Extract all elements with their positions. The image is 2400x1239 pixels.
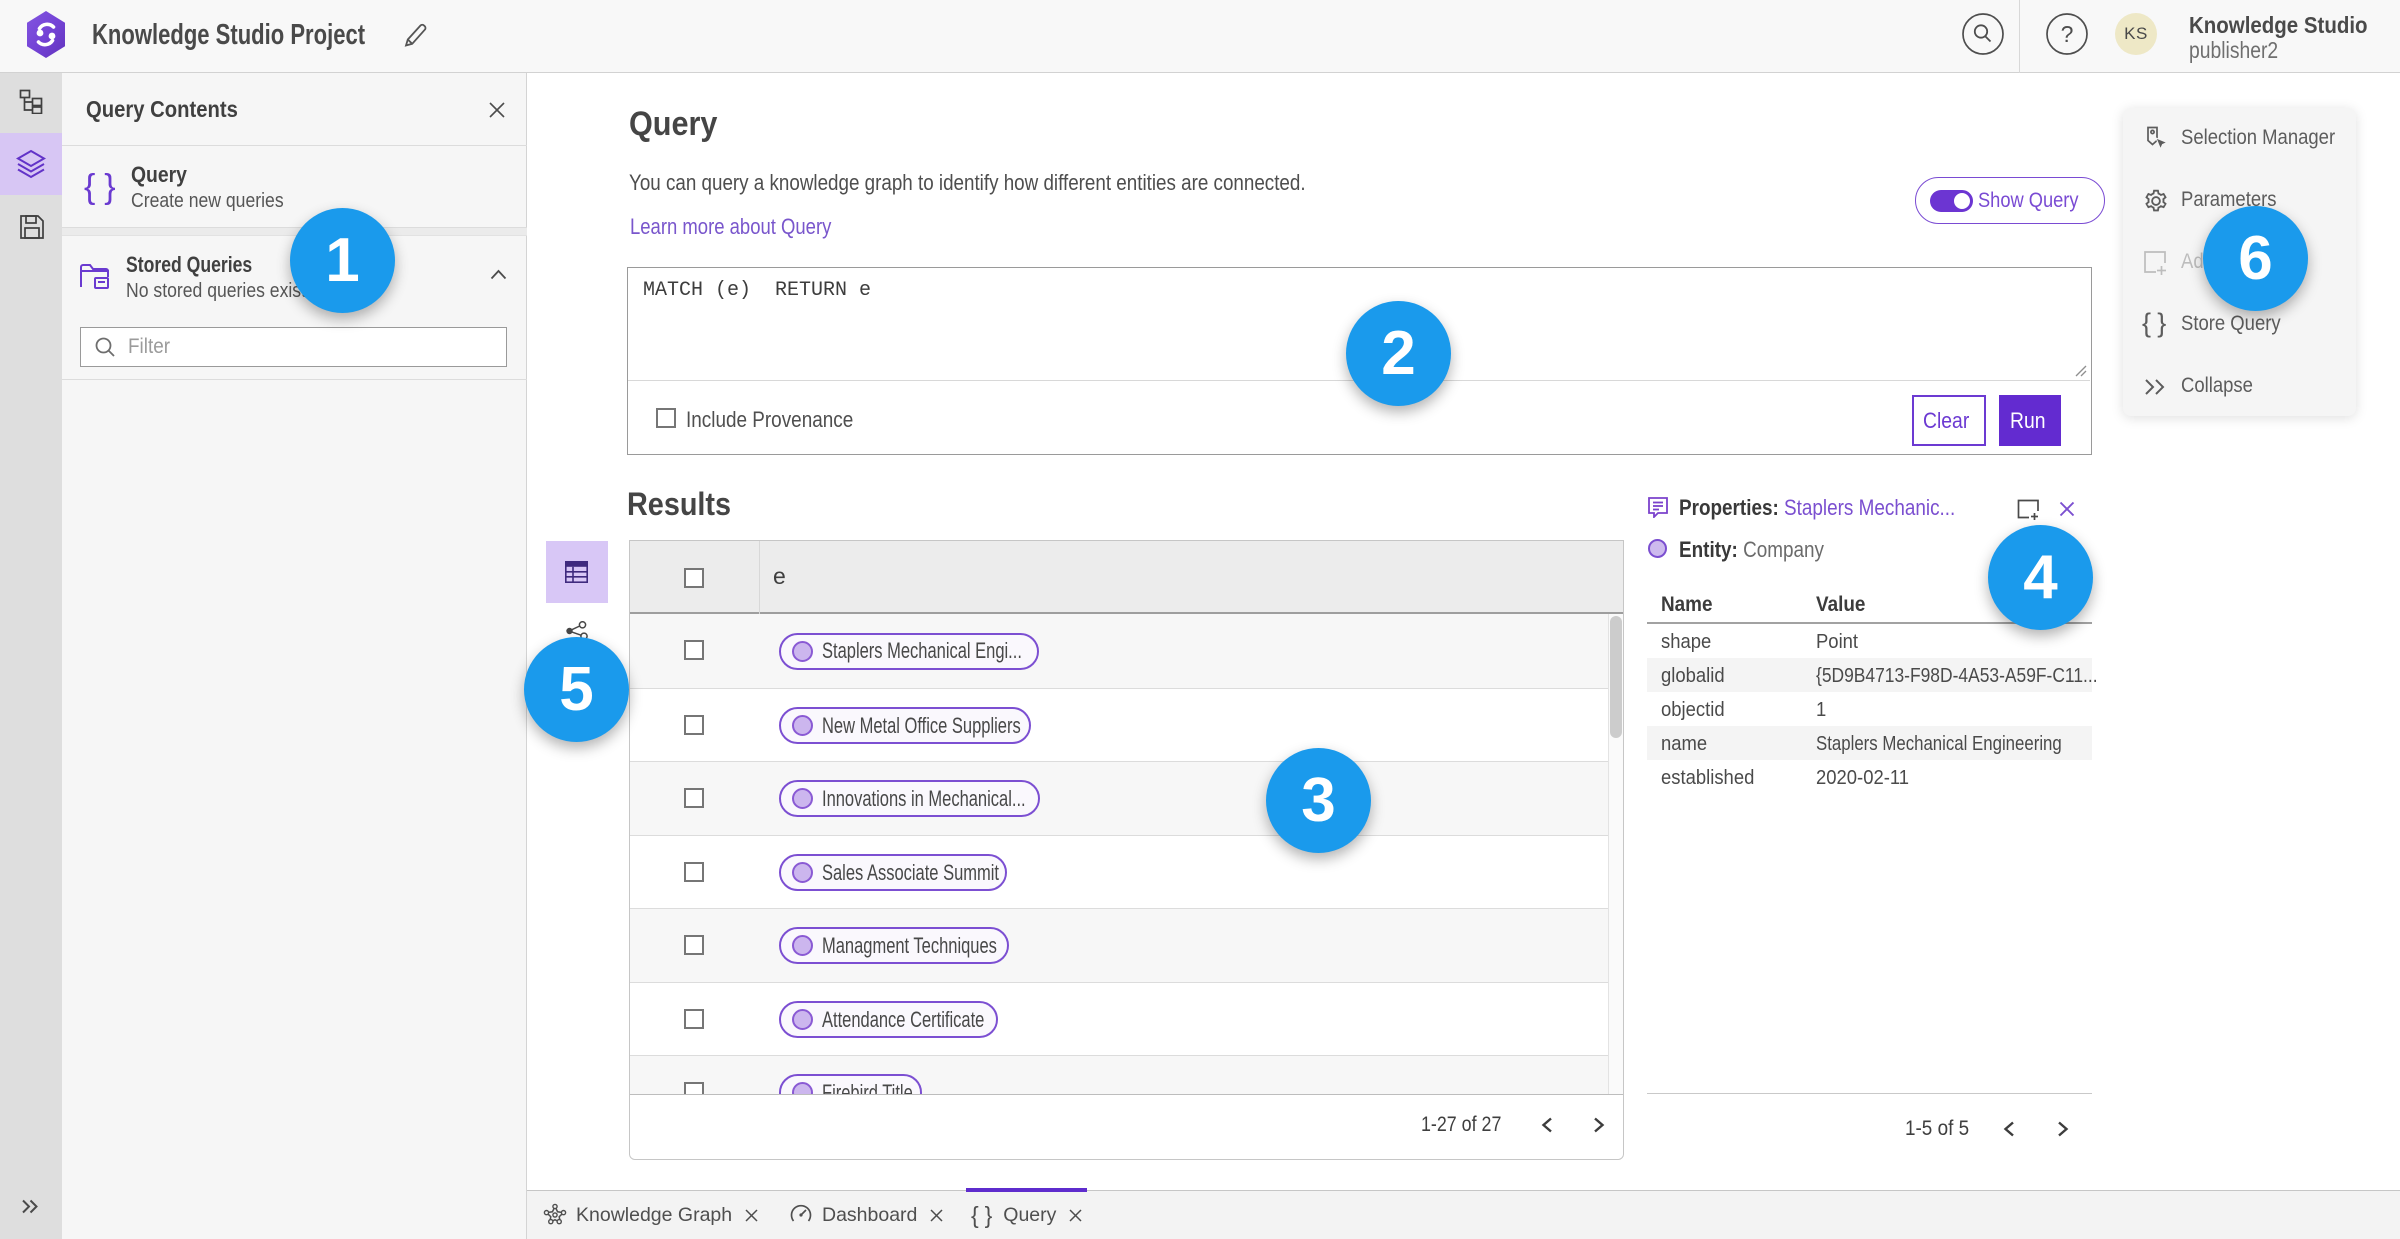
svg-text:?: ? (2061, 21, 2074, 47)
